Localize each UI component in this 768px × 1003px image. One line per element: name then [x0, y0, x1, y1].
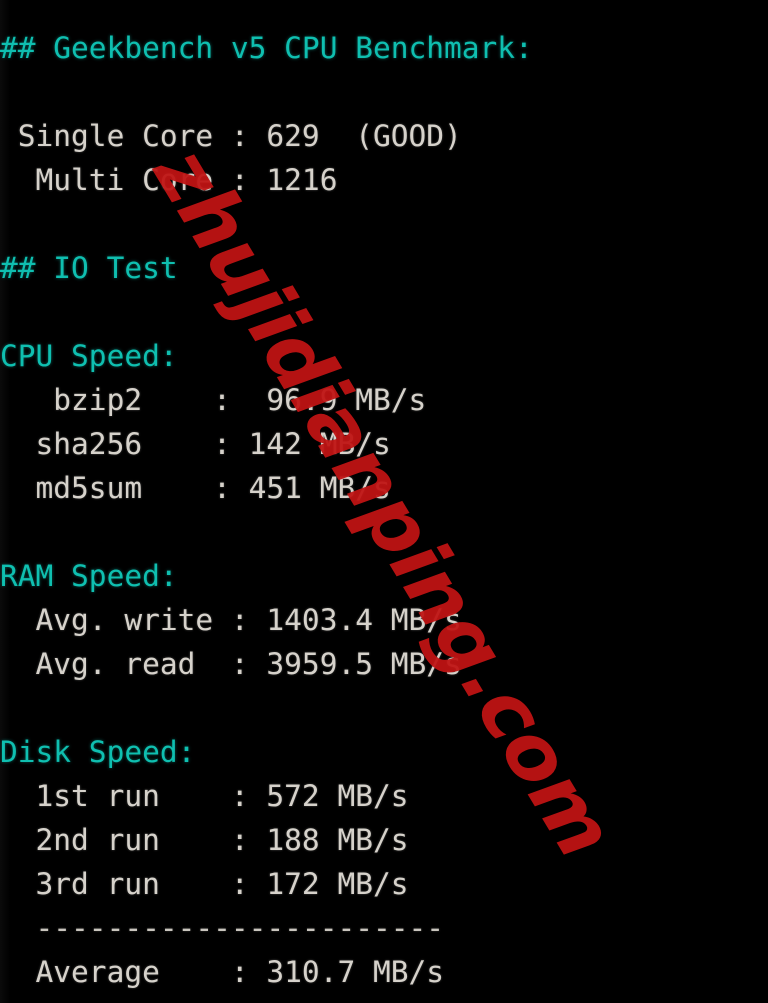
disk-average-line: Average : 310.7 MB/s: [0, 955, 445, 989]
blank-3: [0, 290, 533, 334]
multi-core-line: Multi Core : 1216: [0, 163, 338, 197]
ram-avg-write-line: Avg. write : 1403.4 MB/s: [0, 603, 462, 637]
disk-separator-line: -----------------------: [0, 911, 445, 945]
ram-avg-read-line: Avg. read : 3959.5 MB/s: [0, 647, 462, 681]
single-core-line: Single Core : 629 (GOOD): [0, 119, 462, 153]
ram-speed-heading: RAM Speed:: [0, 559, 178, 593]
disk-2nd-run-line: 2nd run : 188 MB/s: [0, 823, 409, 857]
sha256-line: sha256 : 142 MB/s: [0, 427, 391, 461]
blank-2: [0, 202, 533, 246]
blank-5: [0, 686, 533, 730]
cpu-speed-heading: CPU Speed:: [0, 339, 178, 373]
md5sum-line: md5sum : 451 MB/s: [0, 471, 391, 505]
io-test-heading: ## IO Test: [0, 251, 178, 285]
console-output: ## Geekbench v5 CPU Benchmark: Single Co…: [0, 0, 533, 994]
blank-1: [0, 70, 533, 114]
disk-speed-heading: Disk Speed:: [0, 735, 196, 769]
terminal-window: ## Geekbench v5 CPU Benchmark: Single Co…: [0, 0, 768, 1003]
disk-3rd-run-line: 3rd run : 172 MB/s: [0, 867, 409, 901]
disk-1st-run-line: 1st run : 572 MB/s: [0, 779, 409, 813]
blank-4: [0, 510, 533, 554]
bzip2-line: bzip2 : 96.9 MB/s: [0, 383, 427, 417]
geekbench-heading: ## Geekbench v5 CPU Benchmark:: [0, 31, 533, 65]
